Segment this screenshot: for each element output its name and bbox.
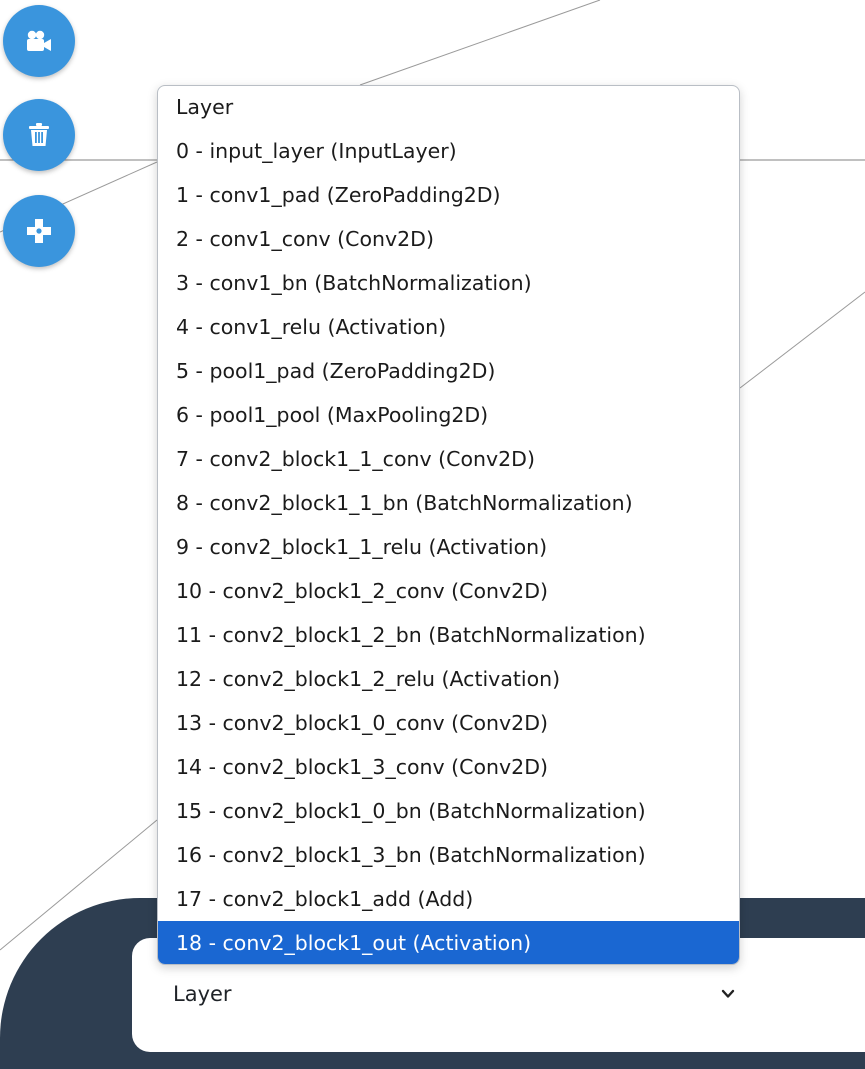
- layer-option[interactable]: 16 - conv2_block1_3_bn (BatchNormalizati…: [158, 833, 739, 877]
- layer-option[interactable]: 0 - input_layer (InputLayer): [158, 129, 739, 173]
- layer-option[interactable]: 8 - conv2_block1_1_bn (BatchNormalizatio…: [158, 481, 739, 525]
- layer-option[interactable]: 6 - pool1_pool (MaxPooling2D): [158, 393, 739, 437]
- layer-option[interactable]: 17 - conv2_block1_add (Add): [158, 877, 739, 921]
- layer-option[interactable]: 11 - conv2_block1_2_bn (BatchNormalizati…: [158, 613, 739, 657]
- app-canvas: Layer Layer 0 - input_layer (InputLayer)…: [0, 0, 865, 1069]
- layer-option[interactable]: 14 - conv2_block1_3_conv (Conv2D): [158, 745, 739, 789]
- layer-option[interactable]: 5 - pool1_pad (ZeroPadding2D): [158, 349, 739, 393]
- chevron-down-icon: [720, 985, 736, 1004]
- layer-options: Layer 0 - input_layer (InputLayer) 1 - co…: [158, 86, 739, 964]
- layer-option[interactable]: 4 - conv1_relu (Activation): [158, 305, 739, 349]
- layer-option[interactable]: 18 - conv2_block1_out (Activation): [158, 921, 739, 964]
- layer-option-header[interactable]: Layer: [158, 86, 739, 129]
- layer-option[interactable]: 1 - conv1_pad (ZeroPadding2D): [158, 173, 739, 217]
- video-camera-icon: [26, 30, 52, 52]
- layer-option[interactable]: 15 - conv2_block1_0_bn (BatchNormalizati…: [158, 789, 739, 833]
- camera-button[interactable]: [3, 5, 75, 77]
- layer-option[interactable]: 10 - conv2_block1_2_conv (Conv2D): [158, 569, 739, 613]
- gamepad-icon: [26, 218, 52, 244]
- layer-option[interactable]: 12 - conv2_block1_2_relu (Activation): [158, 657, 739, 701]
- layer-option[interactable]: 2 - conv1_conv (Conv2D): [158, 217, 739, 261]
- layer-dropdown-list[interactable]: Layer 0 - input_layer (InputLayer) 1 - co…: [157, 85, 740, 965]
- layer-select-value: Layer: [173, 982, 232, 1006]
- trash-button[interactable]: [3, 99, 75, 171]
- gamepad-button[interactable]: [3, 195, 75, 267]
- layer-option[interactable]: 9 - conv2_block1_1_relu (Activation): [158, 525, 739, 569]
- layer-option[interactable]: 13 - conv2_block1_0_conv (Conv2D): [158, 701, 739, 745]
- layer-option[interactable]: 7 - conv2_block1_1_conv (Conv2D): [158, 437, 739, 481]
- layer-option[interactable]: 3 - conv1_bn (BatchNormalization): [158, 261, 739, 305]
- trash-icon: [29, 123, 49, 147]
